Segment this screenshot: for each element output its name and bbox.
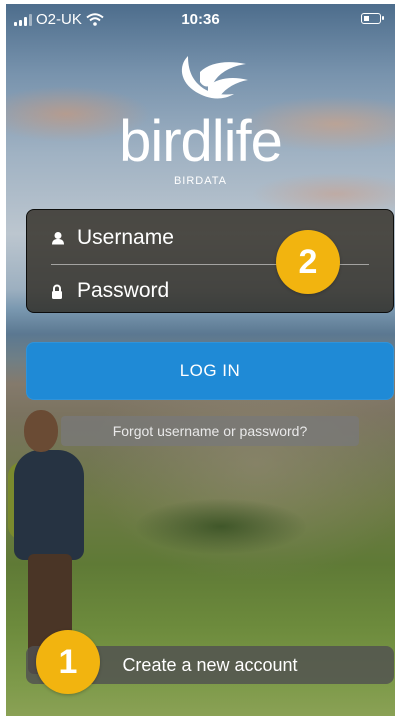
annotation-badge-2: 2 bbox=[276, 230, 340, 294]
battery-icon bbox=[361, 13, 384, 24]
status-time: 10:36 bbox=[181, 11, 220, 28]
hiker-body bbox=[14, 450, 84, 560]
background-hill bbox=[86, 384, 395, 584]
login-screen: O2-UK 10:36 birdlife BIRDATA Username 2 … bbox=[6, 4, 395, 716]
forgot-credentials-link[interactable]: Forgot username or password? bbox=[61, 416, 359, 446]
hiker-head bbox=[24, 410, 58, 452]
background-bush bbox=[136, 499, 306, 554]
lock-icon bbox=[51, 284, 73, 299]
bird-wings-logo bbox=[181, 56, 248, 99]
status-bar: O2-UK 10:36 bbox=[6, 4, 395, 36]
login-button[interactable]: LOG IN bbox=[26, 342, 394, 400]
annotation-badge-1: 1 bbox=[36, 630, 100, 694]
brand-subtitle: BIRDATA bbox=[173, 175, 228, 187]
person-icon bbox=[51, 231, 73, 245]
brand-name: birdlife bbox=[119, 109, 283, 174]
